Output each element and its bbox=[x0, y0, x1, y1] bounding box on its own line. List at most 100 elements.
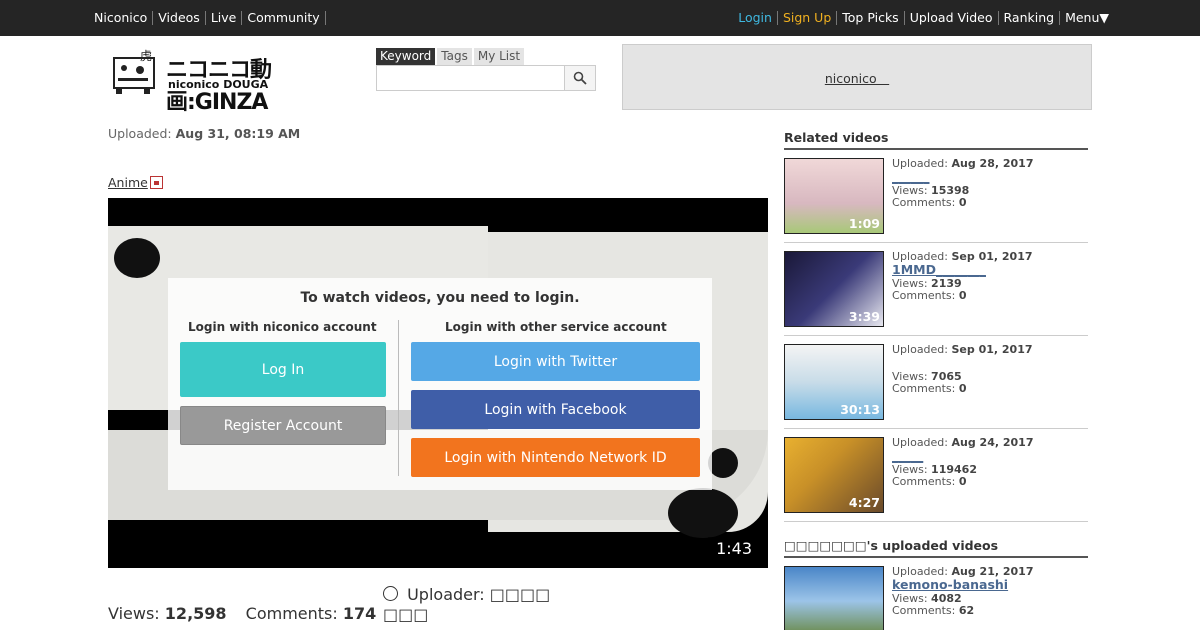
related-video-info: Uploaded: Sep 01, 2017 1MMD________ View… bbox=[892, 251, 1033, 302]
upload-date-value: Aug 31, 08:19 AM bbox=[175, 126, 301, 141]
login-prompt-title: To watch videos, you need to login. bbox=[300, 290, 580, 306]
uploader-info: Uploader: □□□□ □□□ bbox=[383, 585, 550, 625]
nav-link-top-picks[interactable]: Top Picks bbox=[837, 11, 905, 25]
category-lock-icon bbox=[149, 176, 163, 189]
video-duration: 1:09 bbox=[848, 216, 880, 231]
uploader-video-item[interactable]: Uploaded: Aug 21, 2017 kemono-banashi Vi… bbox=[784, 566, 1088, 630]
comments-count: 174 bbox=[342, 604, 377, 623]
logo-subtitle: niconico DOUGA bbox=[168, 78, 269, 91]
search-input[interactable] bbox=[376, 65, 566, 91]
menu-dropdown[interactable]: Menu▼ bbox=[1060, 11, 1109, 25]
ink-splash-decoration bbox=[708, 448, 738, 478]
global-nav-left: Niconico Videos Live Community bbox=[94, 0, 326, 36]
related-video-info: Uploaded: Aug 24, 2017 _____ Views: 1194… bbox=[892, 437, 1033, 488]
tab-tags[interactable]: Tags bbox=[437, 48, 472, 65]
column-divider bbox=[398, 320, 399, 476]
log-in-button[interactable]: Log In bbox=[180, 342, 386, 397]
nav-link-videos[interactable]: Videos bbox=[153, 11, 206, 25]
search-type-tabs: Keyword Tags My List bbox=[376, 48, 526, 65]
ink-splash-decoration bbox=[668, 488, 738, 538]
uploader-video-thumbnail[interactable] bbox=[784, 566, 884, 630]
item-divider bbox=[784, 521, 1088, 522]
video-duration: 3:39 bbox=[848, 309, 880, 324]
uploader-video-info: Uploaded: Aug 21, 2017 kemono-banashi Vi… bbox=[892, 566, 1033, 617]
related-video-item[interactable]: 30:13 Uploaded: Sep 01, 2017 Views: 7065… bbox=[784, 344, 1088, 429]
related-videos-heading: Related videos bbox=[784, 130, 1088, 150]
comments-label: Comments: bbox=[892, 289, 956, 302]
nav-link-community[interactable]: Community bbox=[242, 11, 326, 25]
uploader-avatar-icon bbox=[383, 586, 398, 601]
uploaded-label: Uploaded: bbox=[892, 343, 948, 356]
upload-date-label: Uploaded: bbox=[108, 126, 172, 141]
related-video-thumbnail[interactable]: 30:13 bbox=[784, 344, 884, 420]
uploader-video-title[interactable]: kemono-banashi bbox=[892, 578, 1033, 592]
video-duration: 1:43 bbox=[708, 537, 760, 560]
related-video-info: Uploaded: Sep 01, 2017 Views: 7065 Comme… bbox=[892, 344, 1033, 395]
login-twitter-button[interactable]: Login with Twitter bbox=[411, 342, 700, 381]
uploader-name[interactable]: □□□□ bbox=[490, 585, 550, 604]
related-video-info: Uploaded: Aug 28, 2017 ______ Views: 153… bbox=[892, 158, 1033, 209]
ink-splash-decoration bbox=[114, 238, 160, 278]
uploader-label: Uploader: bbox=[407, 585, 485, 604]
nav-link-ranking[interactable]: Ranking bbox=[999, 11, 1061, 25]
nav-link-niconico[interactable]: Niconico bbox=[94, 11, 154, 25]
uploader-videos-heading: □□□□□□□'s uploaded videos bbox=[784, 538, 1088, 558]
comments-count: 0 bbox=[958, 475, 967, 488]
search-icon bbox=[573, 71, 587, 85]
related-video-title[interactable]: _____ bbox=[892, 449, 1033, 463]
related-video-thumbnail[interactable]: 1:09 bbox=[784, 158, 884, 234]
login-link[interactable]: Login bbox=[733, 11, 778, 25]
comments-count: 0 bbox=[958, 196, 967, 209]
search-button[interactable] bbox=[564, 65, 596, 91]
login-required-dialog: To watch videos, you need to login. Logi… bbox=[168, 278, 712, 490]
comments-count: 62 bbox=[958, 604, 975, 617]
related-video-item[interactable]: 1:09 Uploaded: Aug 28, 2017 ______ Views… bbox=[784, 158, 1088, 243]
tab-my-list[interactable]: My List bbox=[473, 48, 525, 65]
views-label: Views: bbox=[108, 604, 160, 623]
video-player[interactable]: To watch videos, you need to login. Logi… bbox=[108, 198, 768, 568]
tab-keyword[interactable]: Keyword bbox=[376, 48, 436, 65]
upload-date: Uploaded: Aug 31, 08:19 AM bbox=[108, 126, 300, 141]
nav-link-upload-video[interactable]: Upload Video bbox=[905, 11, 999, 25]
related-video-thumbnail[interactable]: 3:39 bbox=[784, 251, 884, 327]
related-video-title[interactable]: ______ bbox=[892, 170, 1033, 184]
uploaded-date: Aug 24, 2017 bbox=[951, 436, 1034, 449]
item-divider bbox=[784, 428, 1088, 429]
register-account-button[interactable]: Register Account bbox=[180, 406, 386, 445]
comments-label: Comments: bbox=[245, 604, 338, 623]
svg-text:虎: 虎 bbox=[140, 49, 152, 63]
other-service-heading: Login with other service account bbox=[445, 320, 667, 334]
video-stats: Views: 12,598 Comments: 174 bbox=[108, 604, 376, 623]
category-link[interactable]: Anime bbox=[108, 175, 163, 190]
comments-count: 0 bbox=[958, 289, 967, 302]
related-video-thumbnail[interactable]: 4:27 bbox=[784, 437, 884, 513]
login-facebook-button[interactable]: Login with Facebook bbox=[411, 390, 700, 429]
views-count: 12,598 bbox=[164, 604, 227, 623]
uploader-name-continued[interactable]: □□□ bbox=[383, 605, 550, 625]
advertisement-banner[interactable]: niconico bbox=[622, 44, 1092, 110]
login-nintendo-button[interactable]: Login with Nintendo Network ID bbox=[411, 438, 700, 477]
category-label[interactable]: Anime bbox=[108, 175, 148, 190]
niconico-account-heading: Login with niconico account bbox=[188, 320, 377, 334]
video-duration: 30:13 bbox=[840, 402, 880, 417]
item-divider bbox=[784, 242, 1088, 243]
comments-label: Comments: bbox=[892, 475, 956, 488]
comments-count: 0 bbox=[958, 382, 967, 395]
related-video-item[interactable]: 4:27 Uploaded: Aug 24, 2017 _____ Views:… bbox=[784, 437, 1088, 522]
related-video-title[interactable] bbox=[892, 357, 1033, 370]
top-navigation-bar: Niconico Videos Live Community Login Sig… bbox=[0, 0, 1200, 36]
comments-label: Comments: bbox=[892, 196, 956, 209]
related-video-item[interactable]: 3:39 Uploaded: Sep 01, 2017 1MMD________… bbox=[784, 251, 1088, 336]
nav-link-live[interactable]: Live bbox=[206, 11, 243, 25]
ad-link[interactable]: niconico bbox=[825, 68, 889, 87]
niconico-logo[interactable]: 虎 ニコニコ動画:GINZA niconico DOUGA bbox=[110, 48, 370, 115]
uploaded-date: Aug 28, 2017 bbox=[951, 157, 1034, 170]
signup-link[interactable]: Sign Up bbox=[778, 11, 838, 25]
uploaded-date: Sep 01, 2017 bbox=[951, 343, 1033, 356]
related-video-title[interactable]: 1MMD________ bbox=[892, 263, 1033, 277]
global-nav-right: Login Sign Up Top Picks Upload Video Ran… bbox=[733, 0, 1109, 36]
comments-label: Comments: bbox=[892, 604, 956, 617]
video-duration: 4:27 bbox=[848, 495, 880, 510]
item-divider bbox=[784, 335, 1088, 336]
comments-label: Comments: bbox=[892, 382, 956, 395]
